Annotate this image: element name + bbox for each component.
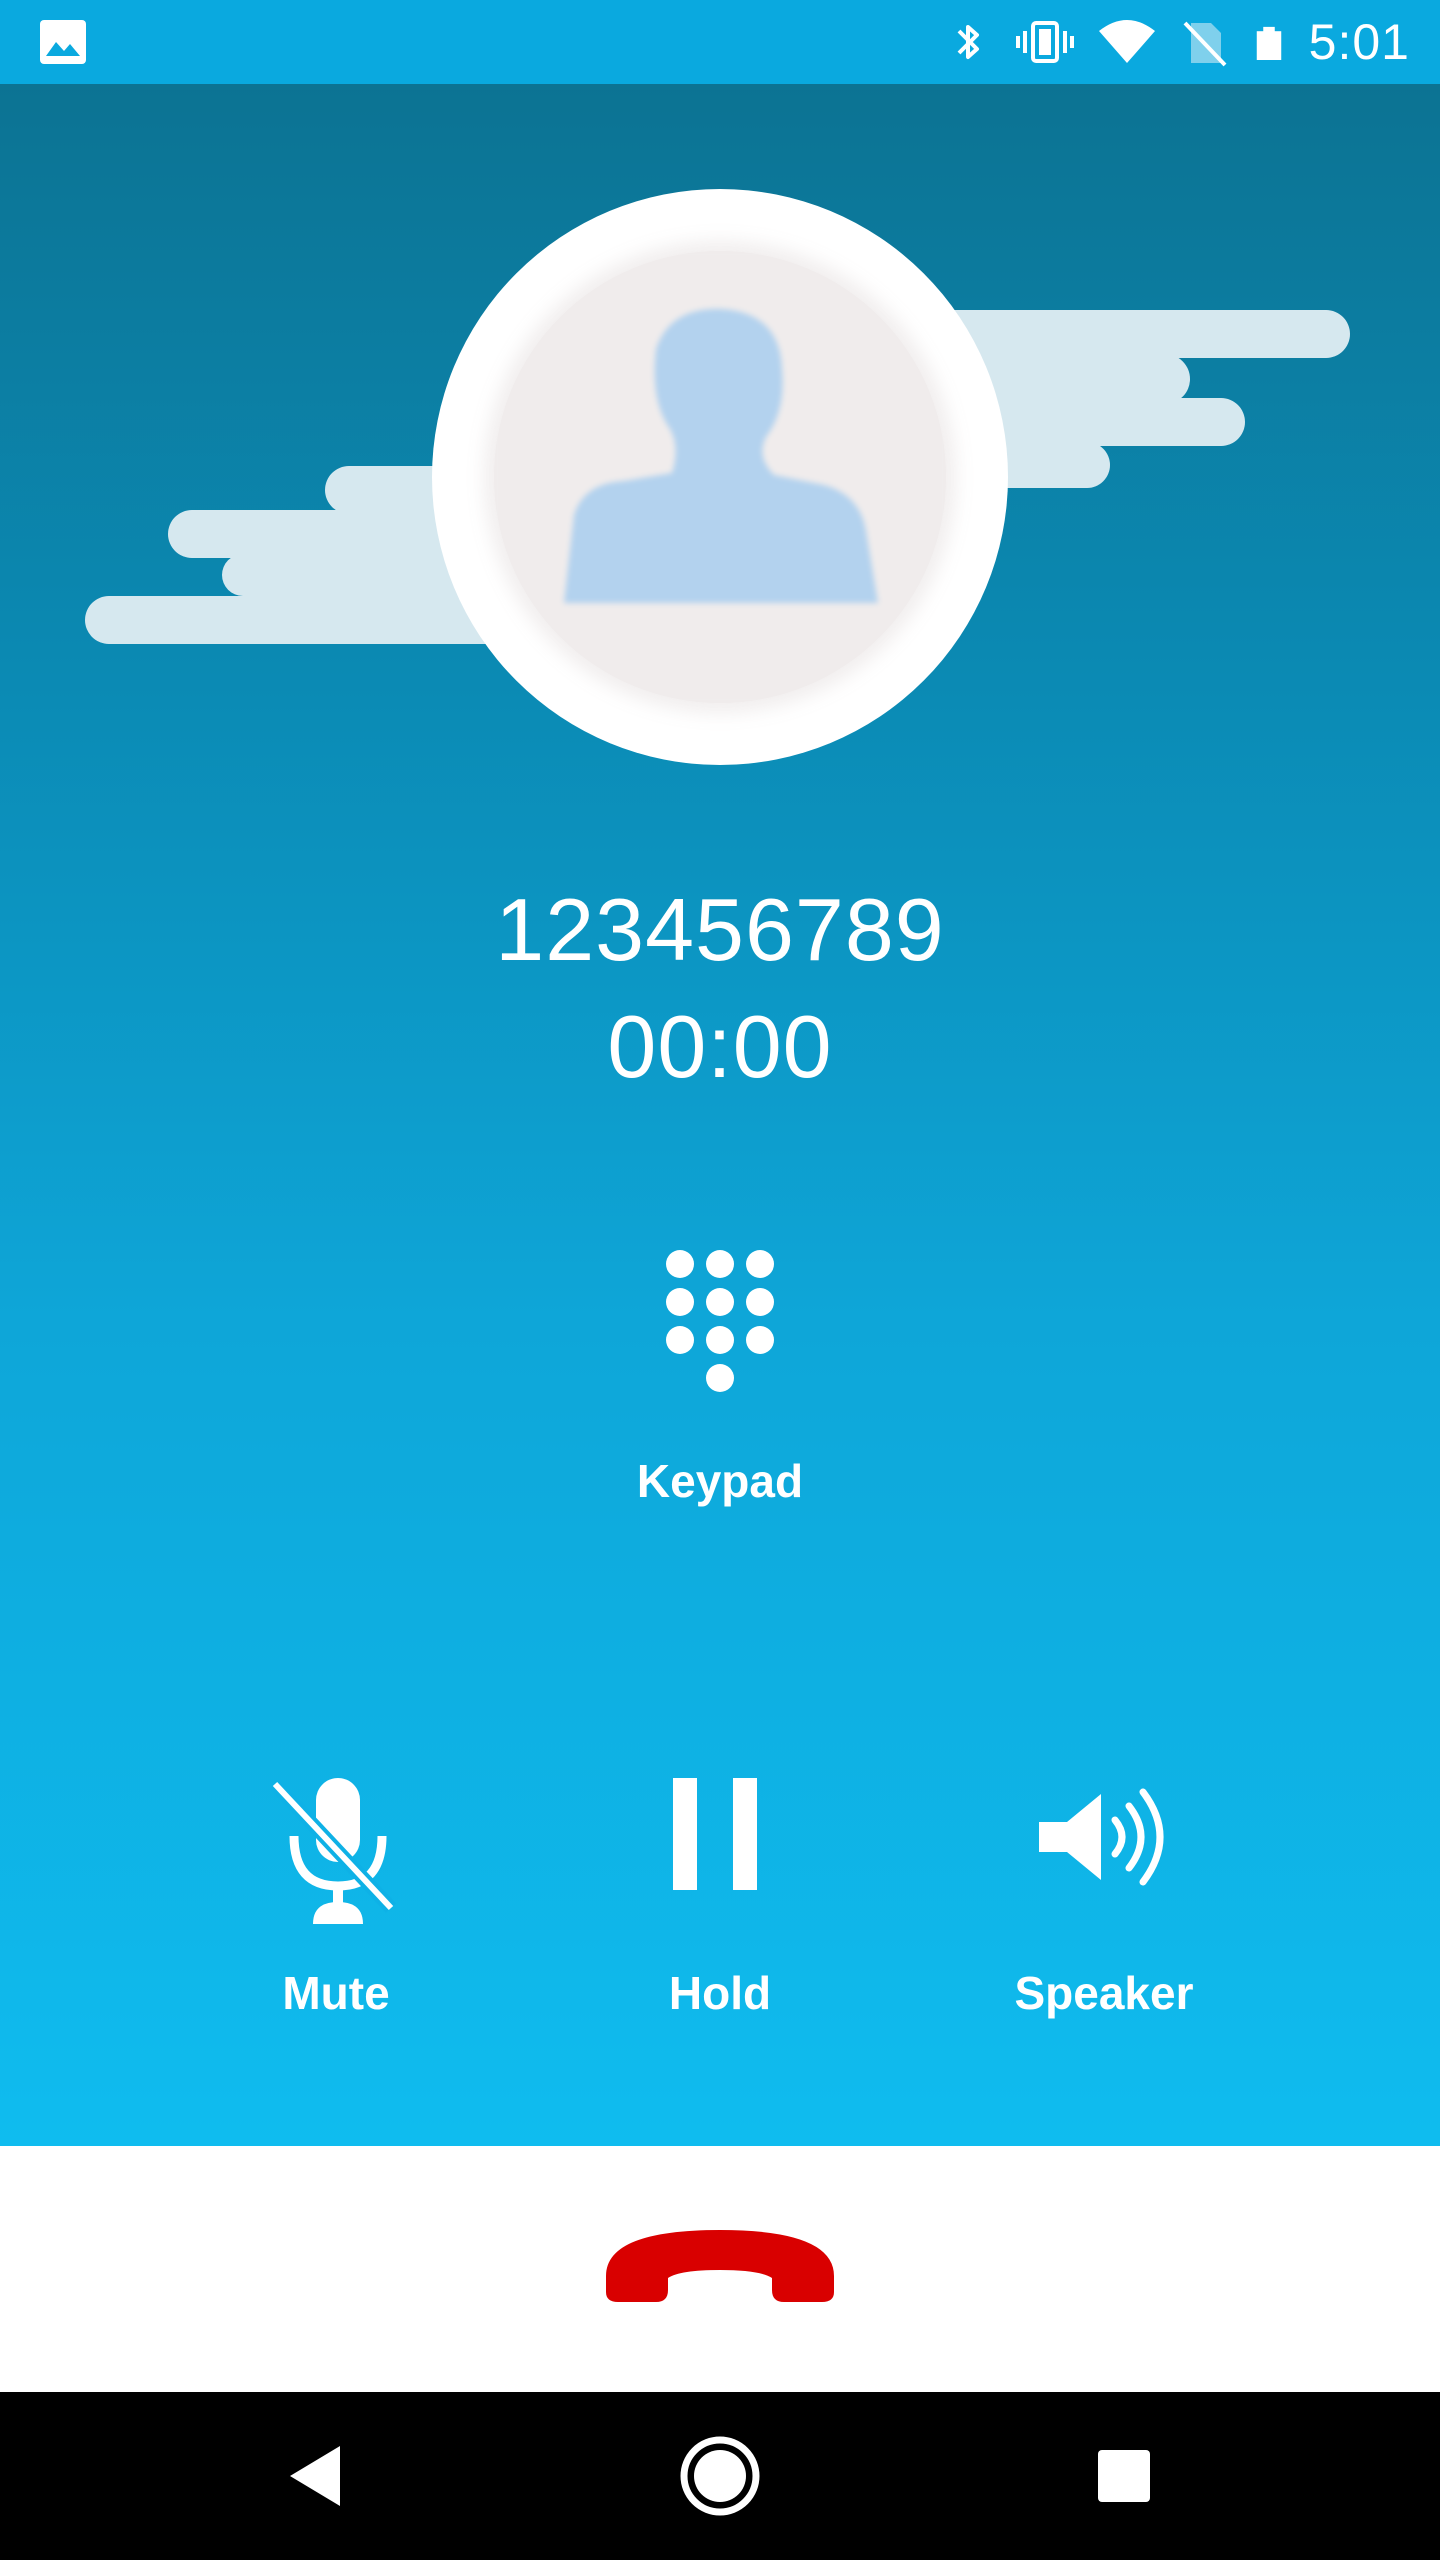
speaker-icon bbox=[1039, 1788, 1164, 1886]
keypad-button[interactable]: Keypad bbox=[570, 1234, 870, 1594]
no-sim-icon bbox=[1183, 21, 1227, 67]
person-icon bbox=[494, 251, 946, 703]
speaker-label: Speaker bbox=[1014, 1967, 1194, 2019]
image-icon bbox=[40, 20, 86, 64]
pause-icon bbox=[673, 1778, 757, 1890]
end-call-icon bbox=[606, 2230, 834, 2302]
call-area: 123456789 00:00 Keypad Mute Hold Speaker bbox=[0, 84, 1440, 2146]
vibrate-icon bbox=[1015, 21, 1074, 63]
dialpad-icon bbox=[666, 1250, 774, 1392]
status-bar: 5:01 bbox=[0, 0, 1440, 84]
home-icon[interactable] bbox=[670, 2426, 770, 2526]
speaker-button[interactable]: Speaker bbox=[944, 1744, 1264, 2124]
contact-avatar bbox=[432, 189, 1008, 765]
mic-off-icon bbox=[269, 1778, 397, 1924]
back-icon[interactable] bbox=[266, 2426, 366, 2526]
wifi-icon bbox=[1098, 20, 1155, 63]
recents-icon[interactable] bbox=[1074, 2426, 1174, 2526]
bluetooth-icon bbox=[957, 25, 979, 59]
battery-icon bbox=[1256, 26, 1281, 60]
caller-number: 123456789 bbox=[495, 880, 945, 979]
mute-button[interactable]: Mute bbox=[176, 1744, 496, 2124]
mute-label: Mute bbox=[282, 1967, 390, 2019]
call-timer: 00:00 bbox=[607, 997, 833, 1096]
hold-button[interactable]: Hold bbox=[560, 1744, 880, 2124]
status-time: 5:01 bbox=[1308, 14, 1410, 70]
end-call-button[interactable] bbox=[590, 2186, 850, 2346]
end-call-panel bbox=[0, 2146, 1440, 2392]
navigation-bar bbox=[0, 2392, 1440, 2560]
keypad-label: Keypad bbox=[636, 1455, 804, 1507]
hold-label: Hold bbox=[668, 1967, 772, 2019]
